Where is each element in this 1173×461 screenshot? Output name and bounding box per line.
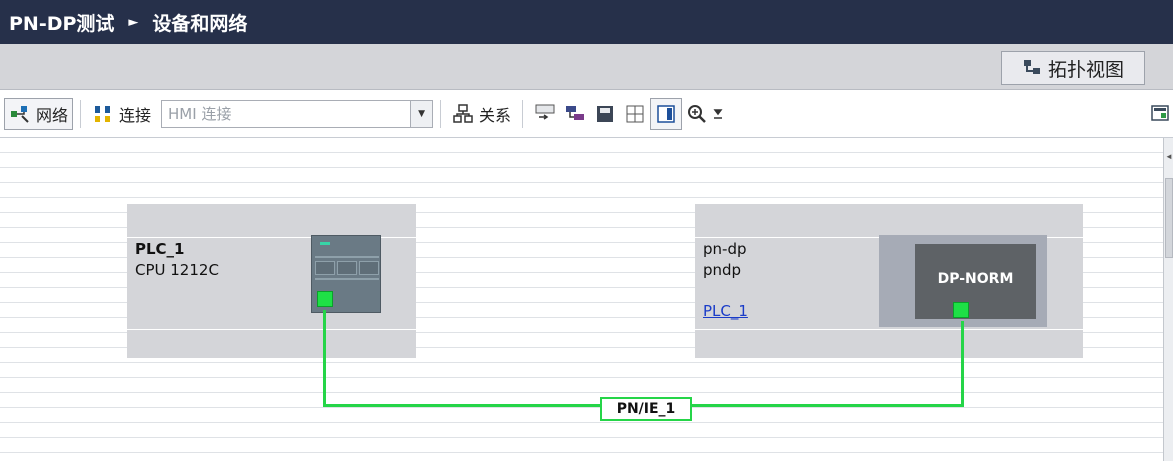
network-data-button[interactable] [560, 98, 590, 130]
connection-type-value: HMI 连接 [168, 105, 232, 123]
topology-view-tab[interactable]: 拓扑视图 [1001, 51, 1145, 85]
dp-station[interactable]: pn-dp pndp PLC_1 DP-NORM [695, 204, 1083, 358]
plc-device-name: PLC_1 [135, 240, 185, 258]
topology-icon [1023, 60, 1040, 74]
assigned-controller-link[interactable]: PLC_1 [703, 302, 748, 320]
scrollbar-thumb[interactable] [1165, 178, 1173, 258]
plc-station[interactable]: PLC_1 CPU 1212C [127, 204, 416, 358]
plc-profinet-port[interactable] [317, 291, 333, 307]
name-icon [535, 104, 555, 120]
panel-icon [657, 104, 675, 123]
vertical-scrollbar[interactable]: ◄ [1163, 138, 1173, 461]
dp-device-name: pn-dp [703, 240, 747, 258]
connections-button[interactable]: 连接 [88, 98, 155, 130]
toolbar-divider [522, 99, 524, 128]
panel-toggle-button[interactable] [650, 97, 683, 130]
overview-icon[interactable] [1151, 104, 1169, 122]
breadcrumb-page: 设备和网络 [152, 12, 248, 35]
connection-type-select[interactable]: HMI 连接 ▼ [161, 99, 434, 128]
breadcrumb-separator-icon: ► [128, 14, 139, 30]
network-toolbar: 网络 连接 HMI 连接 ▼ 关系 [0, 90, 1173, 138]
network-icon [11, 105, 29, 123]
chevron-down-icon[interactable]: ▼ [410, 100, 433, 127]
zoom-icon [688, 104, 706, 123]
station-divider [695, 329, 1083, 330]
breadcrumb: PN-DP测试 ► 设备和网络 [0, 0, 1173, 44]
relations-button[interactable]: 关系 [448, 98, 515, 130]
status-led [320, 242, 330, 245]
network-wire[interactable] [323, 310, 326, 407]
network-wire[interactable] [961, 321, 964, 407]
connections-icon [95, 105, 111, 122]
grid-toggle-button[interactable] [620, 98, 650, 130]
network-data-icon [566, 105, 585, 120]
subnet-label[interactable]: PN/IE_1 [600, 397, 692, 421]
zoom-dropdown-icon[interactable] [713, 107, 723, 121]
view-switch-bar: 拓扑视图 [0, 44, 1173, 90]
relations-icon [453, 103, 473, 123]
device-name-button[interactable] [530, 98, 560, 130]
dp-device-type: pndp [703, 261, 742, 279]
breadcrumb-project[interactable]: PN-DP测试 [9, 9, 114, 36]
network-view-button[interactable]: 网络 [4, 97, 74, 130]
save-icon [597, 105, 614, 122]
toolbar-divider [440, 99, 442, 128]
grid-icon [626, 105, 644, 122]
station-divider [127, 329, 416, 330]
module-slot [337, 261, 357, 275]
save-layout-button[interactable] [590, 98, 620, 130]
connections-label: 连接 [119, 105, 152, 125]
dp-module-label: DP-NORM [915, 244, 1036, 319]
relations-label: 关系 [479, 105, 512, 125]
network-canvas[interactable]: PLC_1 CPU 1212C pn-dp pndp PLC_1 DP-NORM… [0, 138, 1173, 461]
plc-device-type: CPU 1212C [135, 261, 219, 279]
module-slot [315, 261, 335, 275]
network-view-label: 网络 [36, 105, 69, 125]
module-slot [359, 261, 379, 275]
scroll-up-icon[interactable]: ◄ [1164, 146, 1173, 168]
zoom-button[interactable] [682, 98, 727, 130]
module-strip [315, 278, 379, 280]
dp-profinet-port[interactable] [953, 302, 969, 318]
toolbar-divider [80, 99, 82, 128]
topology-view-label: 拓扑视图 [1047, 58, 1124, 81]
module-strip [315, 256, 379, 258]
